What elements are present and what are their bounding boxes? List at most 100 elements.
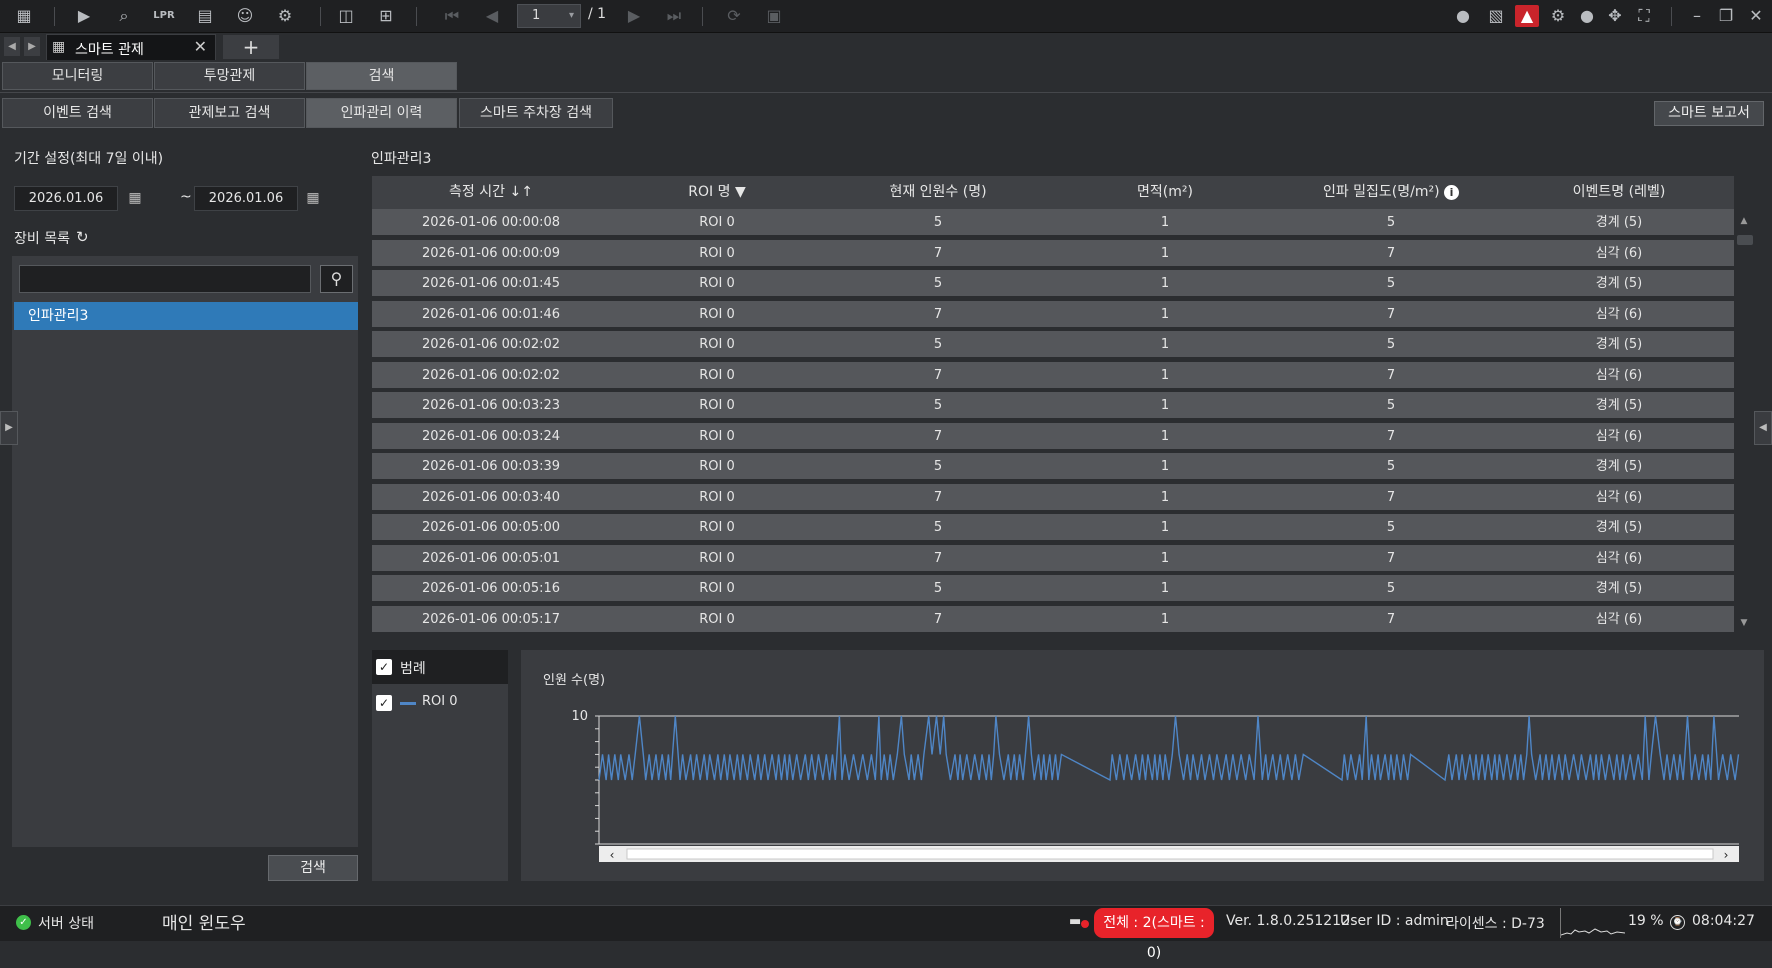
legend-roi-checkbox[interactable]: ✓: [376, 695, 392, 711]
table-row[interactable]: 2026-01-06 00:01:46 ROI 0 7 1 7 심각 (6): [372, 300, 1734, 329]
table-row[interactable]: 2026-01-06 00:03:24 ROI 0 7 1 7 심각 (6): [372, 422, 1734, 451]
table-row[interactable]: 2026-01-06 00:03:40 ROI 0 7 1 7 심각 (6): [372, 483, 1734, 512]
tab-crowd-history[interactable]: 인파관리 이력: [306, 98, 457, 128]
tab-scroll-left-icon[interactable]: ◀: [4, 37, 20, 56]
monitor-settings-icon[interactable]: ▧: [1484, 5, 1508, 27]
scroll-down-icon[interactable]: ▼: [1738, 617, 1750, 629]
filter-icon[interactable]: ▼: [735, 184, 746, 200]
tab-net-control[interactable]: 투망관제: [154, 62, 305, 90]
table-row[interactable]: 2026-01-06 00:05:01 ROI 0 7 1 7 심각 (6): [372, 544, 1734, 573]
last-page-icon[interactable]: ⏭: [662, 5, 686, 27]
table-cell: 1: [1160, 398, 1170, 413]
person-search-icon[interactable]: ☺: [233, 5, 257, 27]
scroll-left-icon[interactable]: ‹: [610, 848, 615, 862]
chevron-right-icon: ▶: [5, 422, 13, 433]
device-list-item[interactable]: 인파관리3: [14, 302, 358, 330]
next-page-icon[interactable]: ▶: [622, 5, 646, 27]
toolbar-divider: [416, 7, 417, 26]
table-cell: 5: [933, 398, 943, 413]
grid-menu-icon[interactable]: ▦: [12, 5, 36, 27]
event-alert-icon[interactable]: ▬: [1069, 914, 1089, 930]
table-cell: 5: [933, 459, 943, 474]
device-search-button[interactable]: ⚲: [320, 265, 353, 293]
chart-scroll-thumb[interactable]: [626, 848, 1714, 860]
table-row[interactable]: 2026-01-06 00:02:02 ROI 0 7 1 7 심각 (6): [372, 361, 1734, 390]
table-cell: ROI 0: [699, 367, 735, 383]
restore-icon[interactable]: ❐: [1714, 5, 1738, 27]
tab-report-search[interactable]: 관제보고 검색: [154, 98, 305, 128]
gear-icon[interactable]: ⚙: [1546, 5, 1570, 27]
tab-search[interactable]: 검색: [306, 62, 457, 90]
playback-icon[interactable]: ▶: [72, 5, 96, 27]
col-header-label: ROI 명: [688, 184, 731, 200]
event-table-icon[interactable]: ▤: [193, 5, 217, 27]
table-row[interactable]: 2026-01-06 00:01:45 ROI 0 5 1 5 경계 (5): [372, 270, 1734, 298]
table-cell: 1: [1160, 581, 1170, 596]
right-panel-toggle[interactable]: ◀: [1754, 411, 1772, 445]
table-cell: 5: [933, 581, 943, 596]
calendar-icon[interactable]: ▦: [304, 189, 322, 207]
clock-text: 08:04:27: [1692, 913, 1755, 929]
sort-icon[interactable]: ↓↑: [509, 184, 532, 200]
window-tab-smart-control[interactable]: ▦ 스마트 관제 ✕: [46, 34, 216, 60]
close-tab-icon[interactable]: ✕: [194, 37, 207, 56]
calendar-icon[interactable]: ▦: [126, 189, 144, 207]
search-button[interactable]: 검색: [268, 855, 358, 881]
smart-report-button[interactable]: 스마트 보고서: [1654, 101, 1764, 126]
page-number-input[interactable]: 1 ▾: [517, 4, 581, 28]
server-status[interactable]: 서버 상태: [38, 913, 94, 933]
user-icon[interactable]: ●: [1575, 5, 1599, 27]
table-scrollbar[interactable]: ▲ ▼: [1734, 209, 1754, 634]
left-panel-toggle[interactable]: ▶: [0, 411, 18, 445]
table-row[interactable]: 2026-01-06 00:03:39 ROI 0 5 1 5 경계 (5): [372, 453, 1734, 481]
tab-scroll-right-icon[interactable]: ▶: [24, 37, 40, 56]
close-icon[interactable]: ✕: [1744, 5, 1768, 27]
refresh-icon[interactable]: ↻: [76, 228, 89, 246]
settings-search-icon[interactable]: ⚙: [273, 5, 297, 27]
chevron-down-icon[interactable]: ▾: [569, 5, 574, 27]
table-cell: 2026-01-06 00:03:24: [421, 428, 561, 444]
table-row[interactable]: 2026-01-06 00:02:02 ROI 0 5 1 5 경계 (5): [372, 331, 1734, 359]
device-search-input[interactable]: [19, 265, 311, 293]
chat-icon[interactable]: ●: [1451, 5, 1475, 27]
col-header-area: 면적(m²): [1137, 184, 1193, 200]
move-icon[interactable]: ✥: [1603, 5, 1627, 27]
add-tab-button[interactable]: +: [223, 35, 279, 59]
table-row[interactable]: 2026-01-06 00:05:17 ROI 0 7 1 7 심각 (6): [372, 605, 1734, 634]
tab-parking-search[interactable]: 스마트 주차장 검색: [459, 98, 613, 128]
layout-icon[interactable]: ◫: [334, 5, 358, 27]
first-page-icon[interactable]: ⏮: [440, 5, 464, 27]
refresh-icon[interactable]: ⟳: [722, 5, 746, 27]
legend-item-label: ROI 0: [422, 694, 458, 709]
tab-monitoring[interactable]: 모니터링: [2, 62, 153, 90]
info-icon[interactable]: i: [1444, 185, 1460, 200]
date-from-input[interactable]: 2026.01.06: [14, 186, 118, 211]
legend-panel: [372, 650, 508, 881]
prev-page-icon[interactable]: ◀: [480, 5, 504, 27]
table-cell: 1: [1160, 611, 1170, 627]
legend-all-checkbox[interactable]: ✓: [376, 659, 392, 675]
table-row[interactable]: 2026-01-06 00:03:23 ROI 0 5 1 5 경계 (5): [372, 392, 1734, 420]
add-screen-icon[interactable]: ⊞: [374, 5, 398, 27]
table-row[interactable]: 2026-01-06 00:00:08 ROI 0 5 1 5 경계 (5): [372, 209, 1734, 237]
table-cell: ROI 0: [699, 337, 735, 352]
scroll-up-icon[interactable]: ▲: [1738, 215, 1750, 227]
tab-event-search[interactable]: 이벤트 검색: [2, 98, 153, 128]
minimize-icon[interactable]: –: [1685, 5, 1709, 27]
table-cell: ROI 0: [699, 306, 735, 322]
table-row[interactable]: 2026-01-06 00:05:00 ROI 0 5 1 5 경계 (5): [372, 514, 1734, 542]
scroll-right-icon[interactable]: ›: [1724, 848, 1729, 862]
video-search-icon[interactable]: ⌕: [112, 5, 136, 27]
table-row[interactable]: 2026-01-06 00:05:16 ROI 0 5 1 5 경계 (5): [372, 575, 1734, 603]
scroll-thumb[interactable]: [1737, 235, 1753, 245]
date-to-input[interactable]: 2026.01.06: [194, 186, 298, 211]
snapshot-icon[interactable]: ▣: [762, 5, 786, 27]
col-header-roi[interactable]: ROI 명 ▼: [610, 176, 824, 209]
col-header-time[interactable]: 측정 시간 ↓↑: [372, 176, 610, 209]
lpr-icon[interactable]: LPR: [152, 5, 176, 27]
table-row[interactable]: 2026-01-06 00:00:09 ROI 0 7 1 7 심각 (6): [372, 239, 1734, 268]
table-cell: 5: [1386, 337, 1396, 352]
total-count-badge[interactable]: 전체 : 2(스마트 : 0): [1094, 908, 1214, 961]
fullscreen-icon[interactable]: ⛶: [1632, 5, 1656, 27]
alarm-icon[interactable]: ▲: [1515, 5, 1539, 27]
